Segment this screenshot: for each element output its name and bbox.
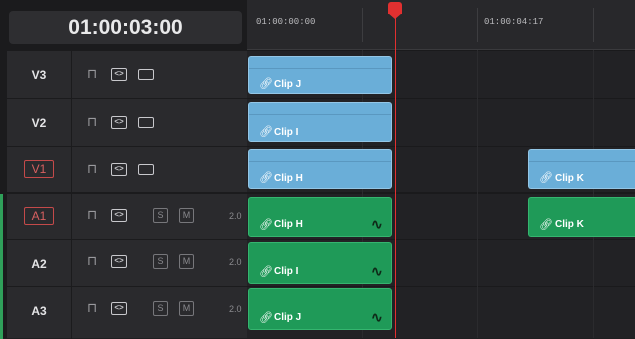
waveform-icon: ∿ xyxy=(371,216,383,232)
link-icon: 🔗︎ xyxy=(539,219,553,231)
track-header-a3: A3 ⊓ <> S M 2.0 xyxy=(0,286,247,339)
solo-button[interactable]: S xyxy=(153,254,168,269)
link-icon: 🔗︎ xyxy=(259,219,273,231)
link-icon: 🔗︎ xyxy=(259,78,273,90)
timecode-display[interactable]: 01:00:03:00 xyxy=(9,11,242,44)
video-clip[interactable]: 🔗︎ Clip K xyxy=(528,149,635,189)
auto-select-icon[interactable]: <> xyxy=(111,68,127,81)
solo-button[interactable]: S xyxy=(153,301,168,316)
lock-icon[interactable]: ⊓ xyxy=(87,67,97,81)
clip-name: Clip H xyxy=(274,173,303,184)
link-icon: 🔗︎ xyxy=(259,266,273,278)
link-icon: 🔗︎ xyxy=(539,172,553,184)
audio-track-marker xyxy=(0,287,3,339)
divider xyxy=(71,99,72,147)
audio-track-marker xyxy=(0,194,3,241)
auto-select-icon[interactable]: <> xyxy=(111,163,127,176)
lock-icon[interactable]: ⊓ xyxy=(87,115,97,129)
lock-icon[interactable]: ⊓ xyxy=(87,301,97,315)
clip-name: Clip I xyxy=(274,266,299,277)
clip-name: Clip K xyxy=(555,173,584,184)
audio-clip[interactable]: 🔗︎ Clip K xyxy=(528,197,635,237)
timeline-ruler[interactable]: 01:00:00:00 01:00:04:17 xyxy=(247,0,635,50)
divider xyxy=(71,287,72,339)
clip-name: Clip J xyxy=(274,312,302,323)
destination-control[interactable]: A1 xyxy=(24,207,54,225)
mute-button[interactable]: M xyxy=(179,208,194,223)
lock-icon[interactable]: ⊓ xyxy=(87,208,97,222)
track-name[interactable]: A3 xyxy=(17,304,61,318)
track-enable-icon[interactable] xyxy=(138,164,154,175)
video-clip[interactable]: 🔗︎ Clip I xyxy=(248,102,392,142)
waveform-icon: ∿ xyxy=(371,309,383,325)
track-header-a2: A2 ⊓ <> S M 2.0 xyxy=(0,239,247,287)
divider xyxy=(71,51,72,99)
destination-control[interactable]: V1 xyxy=(24,160,54,178)
track-enable-icon[interactable] xyxy=(138,69,154,80)
ruler-tick xyxy=(362,8,363,42)
clip-name: Clip I xyxy=(274,127,299,138)
clip-name: Clip K xyxy=(555,219,584,230)
track-name[interactable]: V3 xyxy=(17,68,61,82)
timecode-panel: 01:00:03:00 xyxy=(0,0,247,50)
mute-button[interactable]: M xyxy=(179,254,194,269)
channel-format: 2.0 xyxy=(229,257,242,267)
auto-select-icon[interactable]: <> xyxy=(111,116,127,129)
playhead-line[interactable] xyxy=(395,12,396,338)
track-name[interactable]: V2 xyxy=(17,116,61,130)
playhead-marker xyxy=(388,13,402,19)
divider xyxy=(71,147,72,193)
auto-select-icon[interactable]: <> xyxy=(111,209,127,222)
lock-icon[interactable]: ⊓ xyxy=(87,254,97,268)
clip-header xyxy=(249,103,391,115)
link-icon: 🔗︎ xyxy=(259,126,273,138)
lock-icon[interactable]: ⊓ xyxy=(87,162,97,176)
clip-name: Clip H xyxy=(274,219,303,230)
grid-line xyxy=(477,50,478,338)
ruler-label: 01:00:00:00 xyxy=(256,17,316,27)
audio-clip[interactable]: 🔗︎ Clip H ∿ xyxy=(248,197,392,237)
ruler-label: 01:00:04:17 xyxy=(484,17,544,27)
clip-header xyxy=(249,150,391,162)
clip-header xyxy=(529,150,635,162)
track-enable-icon[interactable] xyxy=(138,117,154,128)
track-header-v1: V1 ⊓ <> xyxy=(7,146,247,193)
mute-button[interactable]: M xyxy=(179,301,194,316)
link-icon: 🔗︎ xyxy=(259,172,273,184)
track-header-v3: V3 ⊓ <> xyxy=(7,50,247,99)
clip-header xyxy=(249,57,391,69)
track-header-v2: V2 ⊓ <> xyxy=(7,98,247,147)
video-clip[interactable]: 🔗︎ Clip H xyxy=(248,149,392,189)
channel-format: 2.0 xyxy=(229,211,242,221)
track-name[interactable]: A2 xyxy=(17,257,61,271)
ruler-tick xyxy=(593,8,594,42)
audio-track-marker xyxy=(0,240,3,287)
divider xyxy=(71,194,72,241)
waveform-icon: ∿ xyxy=(371,263,383,279)
clip-name: Clip J xyxy=(274,79,302,90)
audio-clip[interactable]: 🔗︎ Clip J ∿ xyxy=(248,288,392,330)
divider xyxy=(71,240,72,287)
channel-format: 2.0 xyxy=(229,304,242,314)
track-header-a1: A1 ⊓ <> S M 2.0 xyxy=(0,192,247,241)
grid-line xyxy=(593,50,594,338)
ruler-tick xyxy=(477,8,478,42)
link-icon: 🔗︎ xyxy=(259,312,273,324)
auto-select-icon[interactable]: <> xyxy=(111,302,127,315)
audio-clip[interactable]: 🔗︎ Clip I ∿ xyxy=(248,242,392,284)
solo-button[interactable]: S xyxy=(153,208,168,223)
video-clip[interactable]: 🔗︎ Clip J xyxy=(248,56,392,94)
auto-select-icon[interactable]: <> xyxy=(111,255,127,268)
